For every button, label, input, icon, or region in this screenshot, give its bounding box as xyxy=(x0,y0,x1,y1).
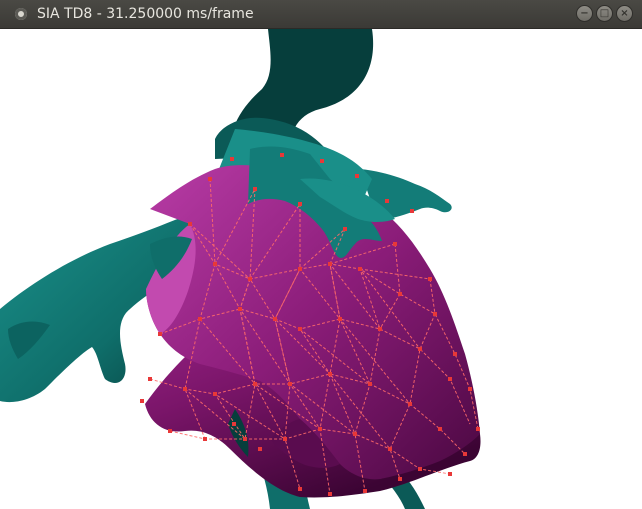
window-title: SIA TD8 - 31.250000 ms/frame xyxy=(37,6,254,22)
minimize-icon[interactable]: − xyxy=(576,5,593,22)
app-window: SIA TD8 - 31.250000 ms/frame − □ × xyxy=(0,0,642,509)
scene-canvas xyxy=(0,29,481,509)
render-viewport[interactable] xyxy=(0,29,642,509)
character-head xyxy=(215,29,374,159)
window-menu-icon[interactable] xyxy=(15,8,27,20)
window-controls: − □ × xyxy=(576,5,633,22)
title-bar[interactable]: SIA TD8 - 31.250000 ms/frame − □ × xyxy=(0,0,642,29)
maximize-icon[interactable]: □ xyxy=(596,5,613,22)
close-icon[interactable]: × xyxy=(616,5,633,22)
